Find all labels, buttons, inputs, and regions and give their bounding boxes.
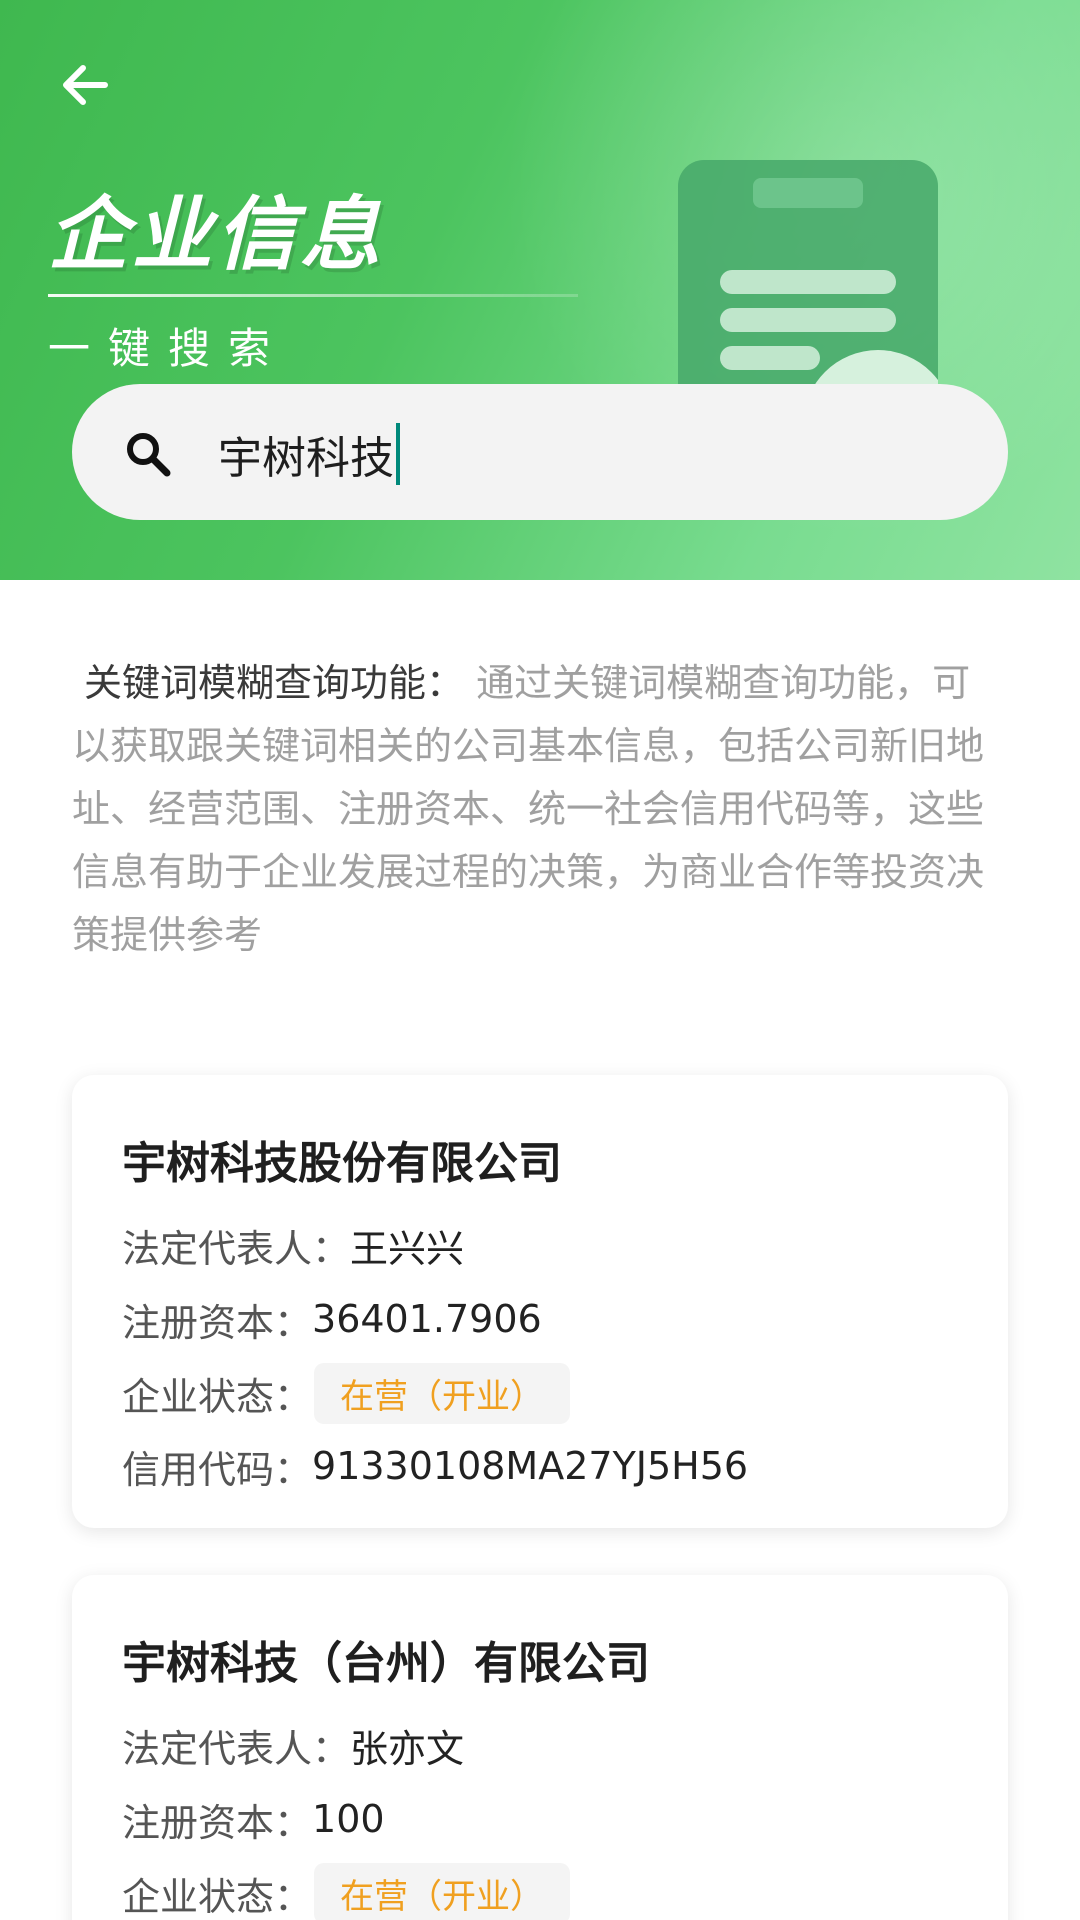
result-card[interactable]: 宇树科技股份有限公司 法定代表人： 王兴兴 注册资本： 36401.7906 企… <box>72 1075 1008 1528</box>
legal-rep-row: 法定代表人： 张亦文 <box>122 1715 464 1775</box>
capital-label: 注册资本： <box>122 1800 313 1845</box>
legal-rep-value: 张亦文 <box>350 1726 465 1771</box>
description-text: 通过关键词模糊查询功能，可以获取跟关键词相关的公司基本信息，包括公司新旧地址、经… <box>72 661 985 957</box>
page-subtitle: 一键搜索 <box>48 324 289 373</box>
capital-label: 注册资本： <box>122 1300 313 1345</box>
capital-row: 注册资本： 36401.7906 <box>122 1289 542 1349</box>
text-caret <box>396 423 400 485</box>
search-icon <box>127 433 171 477</box>
company-name: 宇树科技股份有限公司 <box>122 1138 562 1189</box>
page: 企业信息 一键搜索 宇树科技 关键词模糊查询功能： 通过关键词模糊查询功能，可以… <box>0 0 1080 1920</box>
status-row: 企业状态： 在营（开业） <box>122 1362 571 1424</box>
status-row: 企业状态： 在营（开业） <box>122 1862 571 1920</box>
capital-value: 100 <box>312 1797 385 1841</box>
legal-rep-label: 法定代表人： <box>122 1226 351 1271</box>
legal-rep-label: 法定代表人： <box>122 1726 351 1771</box>
legal-rep-value: 王兴兴 <box>350 1226 465 1271</box>
page-title: 企业信息 <box>48 188 384 281</box>
credit-code-row: 信用代码： 91330108MA27YJ5H56 <box>122 1436 748 1496</box>
credit-code-label: 信用代码： <box>122 1447 313 1492</box>
title-divider <box>48 294 578 297</box>
capital-value: 36401.7906 <box>312 1297 542 1341</box>
status-label: 企业状态： <box>122 1374 313 1419</box>
search-input-text: 宇树科技 <box>218 433 394 484</box>
credit-code-value: 91330108MA27YJ5H56 <box>312 1444 749 1488</box>
result-card[interactable]: 宇树科技（台州）有限公司 法定代表人： 张亦文 注册资本： 100 企业状态： … <box>72 1575 1008 1920</box>
arrow-left-icon <box>63 65 108 105</box>
capital-row: 注册资本： 100 <box>122 1789 385 1849</box>
search-input[interactable]: 宇树科技 <box>218 414 400 494</box>
legal-rep-row: 法定代表人： 王兴兴 <box>122 1215 464 1275</box>
description-label: 关键词模糊查询功能： <box>84 661 465 705</box>
company-name: 宇树科技（台州）有限公司 <box>122 1638 650 1689</box>
back-button[interactable] <box>50 50 120 120</box>
feature-description: 关键词模糊查询功能： 通过关键词模糊查询功能，可以获取跟关键词相关的公司基本信息… <box>72 652 1008 967</box>
status-label: 企业状态： <box>122 1874 313 1919</box>
search-bar[interactable] <box>72 384 1008 520</box>
status-badge: 在营（开业） <box>314 1862 571 1920</box>
status-badge: 在营（开业） <box>314 1362 571 1424</box>
